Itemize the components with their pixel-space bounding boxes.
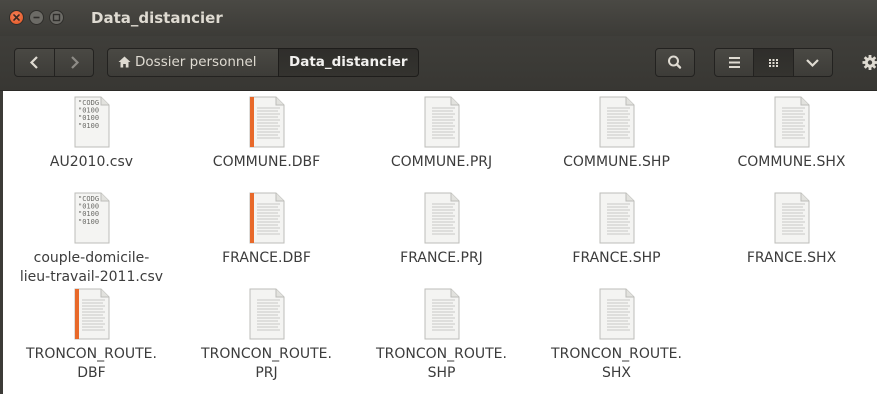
chevron-left-icon [29,56,38,69]
file-name-line: TRONCON_ROUTE. [551,346,682,362]
file-name-line: couple-domicile- [33,250,150,266]
list-view-button[interactable] [715,49,754,76]
file-name: TRONCON_ROUTE. PRJ [179,345,354,383]
database-file-icon [249,96,285,148]
svg-text:"0100: "0100 [78,122,99,130]
close-icon [13,14,20,21]
window-title: Data_distancier [91,9,223,27]
minimize-icon [33,16,40,19]
document-file-icon [599,96,635,148]
file-name: couple-domicile-lieu-travail-2011.csv [4,249,179,287]
breadcrumb-current-label: Data_distancier [289,54,408,70]
database-file-icon [74,288,110,340]
file-name: AU2010.csv [49,154,134,170]
list-view-icon [729,57,740,68]
breadcrumb-home-label: Dossier personnel [135,54,257,70]
file-name: COMMUNE.SHX [737,154,846,170]
file-name: COMMUNE.PRJ [390,154,493,170]
file-name-line: SHX [601,365,631,381]
document-file-icon [774,192,810,244]
document-file-icon [599,192,635,244]
document-file-icon [774,96,810,148]
minimize-window-button[interactable] [29,10,44,25]
sidebar-edge [0,91,3,394]
close-window-button[interactable] [9,10,24,25]
database-file-icon [249,192,285,244]
document-file-icon [424,96,460,148]
svg-text:"0100: "0100 [78,218,99,226]
document-file-icon [249,288,285,340]
text-file-icon: "CODG"0100"0100"0100 [74,192,110,244]
document-file-icon [599,288,635,340]
file-name: FRANCE.SHX [746,250,837,266]
file-name: FRANCE.DBF [222,250,311,266]
file-name-line: PRJ [255,365,278,381]
grid-view-button[interactable] [754,49,793,76]
text-file-icon: "CODG"0100"0100"0100 [74,96,110,148]
file-name: COMMUNE.SHP [563,154,670,170]
chevron-down-icon [806,59,819,68]
file-name-line: SHP [427,365,456,381]
file-name: FRANCE.PRJ [400,250,483,266]
file-name-line: TRONCON_ROUTE. [201,346,332,362]
file-name: FRANCE.SHP [572,250,661,266]
navigation-buttons [14,48,94,77]
gear-icon [862,55,877,70]
settings-button[interactable] [852,48,877,77]
document-file-icon [424,192,460,244]
breadcrumb-home[interactable]: Dossier personnel [107,48,279,77]
chevron-right-icon [71,56,80,69]
file-name: COMMUNE.DBF [212,154,321,170]
search-icon [668,55,682,69]
home-icon [118,56,131,68]
file-name-line: DBF [77,365,106,381]
title-bar: Data_distancier [0,0,877,36]
file-name: TRONCON_ROUTE. DBF [4,345,179,383]
maximize-icon [52,13,61,22]
back-button[interactable] [15,49,54,76]
forward-button[interactable] [55,49,94,76]
file-name-line: TRONCON_ROUTE. [26,346,157,362]
file-name-line: lieu-travail-2011.csv [19,269,164,285]
search-button[interactable] [655,48,695,77]
grid-view-icon [769,59,778,67]
file-name: TRONCON_ROUTE. SHX [529,345,704,383]
toolbar: Dossier personnel Data_distancier [0,36,877,91]
file-name-line: TRONCON_ROUTE. [376,346,507,362]
file-name: TRONCON_ROUTE. SHP [354,345,529,383]
view-toggle-group [714,48,833,77]
view-options-button[interactable] [793,49,832,76]
breadcrumb-current[interactable]: Data_distancier [278,48,419,77]
maximize-window-button[interactable] [49,10,64,25]
document-file-icon [424,288,460,340]
file-grid: "CODG "0100 "0100 "0100 AU2010.csv COMMUNE.DB… [0,91,877,394]
